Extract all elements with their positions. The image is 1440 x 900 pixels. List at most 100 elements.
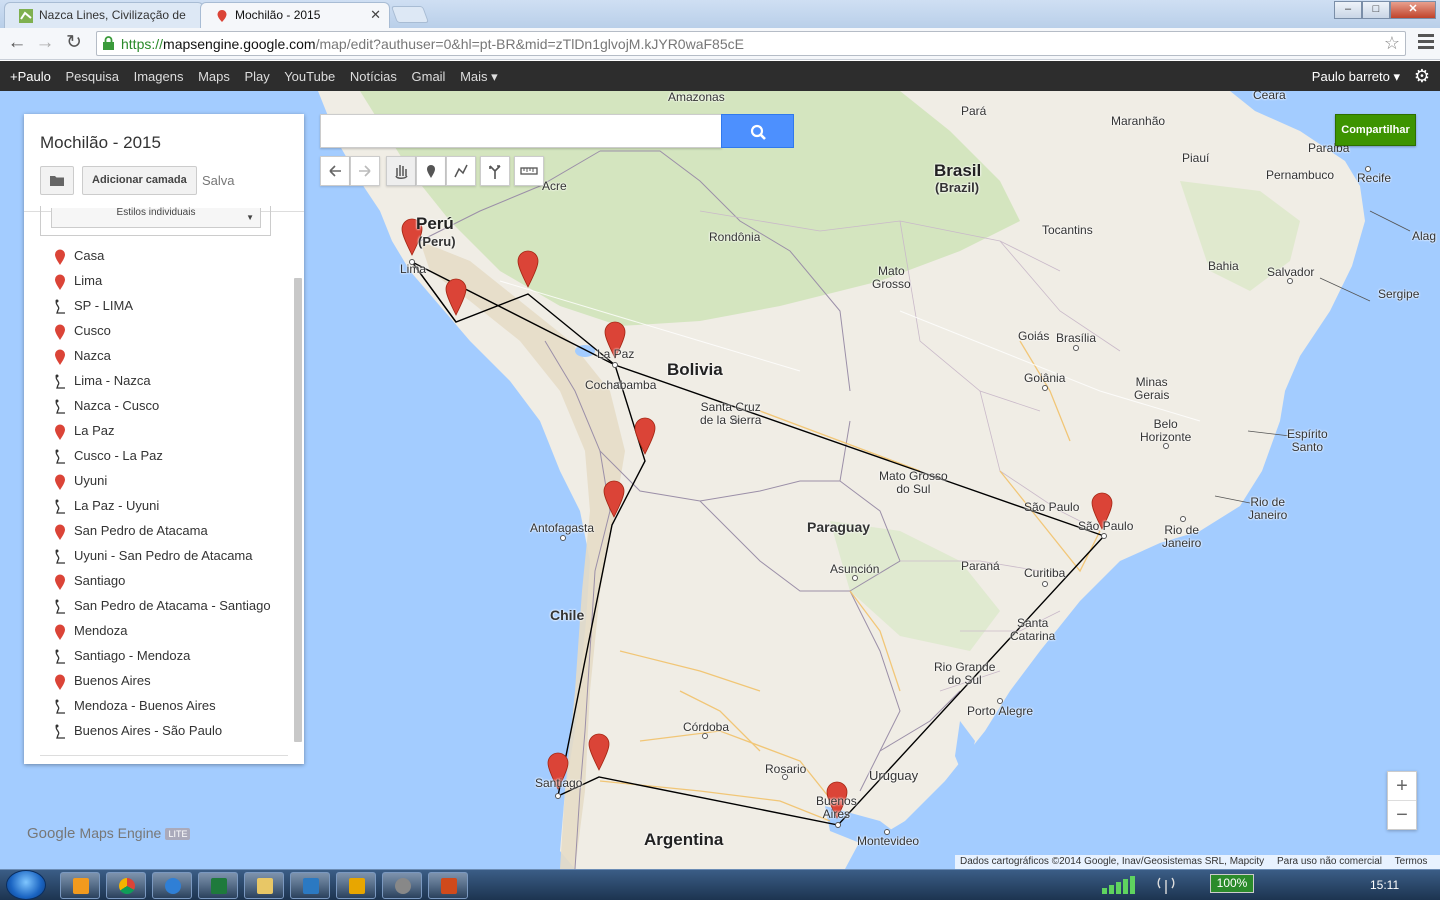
gbar-link-images[interactable]: Imagens xyxy=(134,69,184,84)
system-clock[interactable]: 15:11 xyxy=(1370,878,1399,892)
product-name: Maps Engine xyxy=(79,825,162,841)
feature-item[interactable]: Nazca xyxy=(24,346,292,371)
gbar-link-news[interactable]: Notícias xyxy=(350,69,397,84)
tab-nazca[interactable]: Nazca Lines, Civilização de xyxy=(4,2,204,28)
feature-item[interactable]: Santiago xyxy=(24,571,292,596)
reload-icon[interactable]: ↻ xyxy=(62,32,86,56)
taskbar-explorer[interactable] xyxy=(244,872,284,899)
place-label: Montevideo xyxy=(857,834,920,848)
chrome-menu-icon[interactable] xyxy=(1418,34,1434,50)
feature-label: Uyuni xyxy=(74,473,108,488)
feature-item[interactable]: Nazca - Cusco xyxy=(24,396,292,421)
place-label: Rondônia xyxy=(709,230,761,244)
place-label: Rio Grande do Sul xyxy=(934,660,996,687)
feature-item[interactable]: Buenos Aires xyxy=(24,671,292,696)
tab-close-icon[interactable]: ✕ xyxy=(370,7,381,23)
feature-item[interactable]: La Paz xyxy=(24,421,292,446)
directions-icon xyxy=(489,165,501,179)
feature-label: Buenos Aires xyxy=(74,673,151,688)
search-button[interactable] xyxy=(721,114,794,148)
feature-label: Mendoza - Buenos Aires xyxy=(74,698,216,713)
place-label: Salvador xyxy=(1267,265,1315,279)
folder-icon xyxy=(50,176,64,186)
address-bar[interactable]: https://mapsengine.google.com/map/edit?a… xyxy=(96,31,1406,56)
close-window-button[interactable]: ✕ xyxy=(1390,1,1436,19)
gbar-link-more[interactable]: Mais ▾ xyxy=(460,69,498,84)
map-search-input[interactable] xyxy=(320,114,722,148)
new-tab-button[interactable] xyxy=(390,6,430,23)
undo-button[interactable] xyxy=(320,156,350,186)
feature-item[interactable]: Cusco xyxy=(24,321,292,346)
battery-indicator[interactable]: 100% xyxy=(1210,874,1254,893)
lite-badge: LITE xyxy=(165,828,191,841)
feature-item[interactable]: Lima xyxy=(24,271,292,296)
feature-item[interactable]: Uyuni xyxy=(24,471,292,496)
settings-gear-icon[interactable]: ⚙ xyxy=(1414,66,1430,87)
gbar-link-maps[interactable]: Maps xyxy=(198,69,230,84)
feature-item[interactable]: Mendoza - Buenos Aires xyxy=(24,696,292,721)
style-selector[interactable]: Estilos individuais ▼ xyxy=(40,206,271,236)
pan-tool-button[interactable] xyxy=(386,156,416,186)
place-label: Mato Grosso xyxy=(872,264,911,291)
taskbar-outlook[interactable] xyxy=(336,872,376,899)
feature-item[interactable]: Buenos Aires - São Paulo xyxy=(24,721,292,746)
attribution-terms[interactable]: Termos xyxy=(1395,856,1428,867)
start-button[interactable] xyxy=(6,870,46,900)
open-map-button[interactable] xyxy=(40,166,74,195)
draw-line-button[interactable] xyxy=(446,156,476,186)
feature-item[interactable]: La Paz - Uyuni xyxy=(24,496,292,521)
add-marker-button[interactable] xyxy=(416,156,446,186)
taskbar-app[interactable] xyxy=(382,872,422,899)
share-button[interactable]: Compartilhar xyxy=(1335,114,1416,146)
feature-item[interactable]: Casa xyxy=(24,246,292,271)
taskbar-excel[interactable] xyxy=(198,872,238,899)
directions-button[interactable] xyxy=(480,156,510,186)
feature-item[interactable]: San Pedro de Atacama - Santiago xyxy=(24,596,292,621)
user-menu[interactable]: Paulo barreto ▾ xyxy=(1312,69,1400,85)
gbar-link-gmail[interactable]: Gmail xyxy=(412,69,446,84)
minimize-button[interactable]: – xyxy=(1334,1,1362,19)
place-label: Buenos Aires xyxy=(816,794,857,821)
gbar-link-play[interactable]: Play xyxy=(245,69,270,84)
marker-icon xyxy=(55,574,65,590)
taskbar-lync[interactable] xyxy=(290,872,330,899)
feature-item[interactable]: Cusco - La Paz xyxy=(24,446,292,471)
marker-icon xyxy=(55,524,65,540)
taskbar-chrome[interactable] xyxy=(106,872,146,899)
measure-button[interactable] xyxy=(514,156,544,186)
feature-item[interactable]: Uyuni - San Pedro de Atacama xyxy=(24,546,292,571)
gbar-link-search[interactable]: Pesquisa xyxy=(65,69,118,84)
taskbar-media-player[interactable] xyxy=(60,872,100,899)
feature-label: Buenos Aires - São Paulo xyxy=(74,723,223,738)
signal-strength-icon[interactable] xyxy=(1100,874,1200,897)
feature-item[interactable]: SP - LIMA xyxy=(24,296,292,321)
panel-scrollbar[interactable] xyxy=(294,278,302,742)
feature-item[interactable]: Lima - Nazca xyxy=(24,371,292,396)
feature-item[interactable]: Santiago - Mendoza xyxy=(24,646,292,671)
tab-mochilao[interactable]: Mochilão - 2015 ✕ xyxy=(200,2,390,28)
add-layer-button[interactable]: Adicionar camada xyxy=(82,166,197,195)
taskbar-powerpoint[interactable] xyxy=(428,872,468,899)
feature-item[interactable]: San Pedro de Atacama xyxy=(24,521,292,546)
country-label: Paraguay xyxy=(807,519,871,535)
back-icon[interactable]: ← xyxy=(5,32,29,56)
place-label: Goiânia xyxy=(1024,371,1066,385)
feature-item[interactable]: Mendoza xyxy=(24,621,292,646)
zoom-out-button[interactable]: − xyxy=(1388,801,1416,830)
bookmark-star-icon[interactable]: ☆ xyxy=(1384,33,1400,54)
map-title[interactable]: Mochilão - 2015 xyxy=(40,133,161,153)
maximize-button[interactable]: □ xyxy=(1362,1,1390,19)
feature-label: Mendoza xyxy=(74,623,128,638)
taskbar-ie[interactable] xyxy=(152,872,192,899)
feature-label: Cusco - La Paz xyxy=(74,448,163,463)
place-label: Santa Catarina xyxy=(1010,616,1056,643)
chevron-down-icon: ▼ xyxy=(246,213,254,222)
gbar-link-youtube[interactable]: YouTube xyxy=(284,69,335,84)
browser-tabstrip: Nazca Lines, Civilização de Mochilão - 2… xyxy=(0,0,1440,28)
redo-button[interactable] xyxy=(350,156,380,186)
forward-icon[interactable]: → xyxy=(33,32,57,56)
gbar-link-plus[interactable]: +Paulo xyxy=(10,69,51,84)
line-route-icon xyxy=(55,699,65,714)
zoom-in-button[interactable]: + xyxy=(1388,772,1416,801)
attribution-noncommercial[interactable]: Para uso não comercial xyxy=(1277,856,1382,867)
